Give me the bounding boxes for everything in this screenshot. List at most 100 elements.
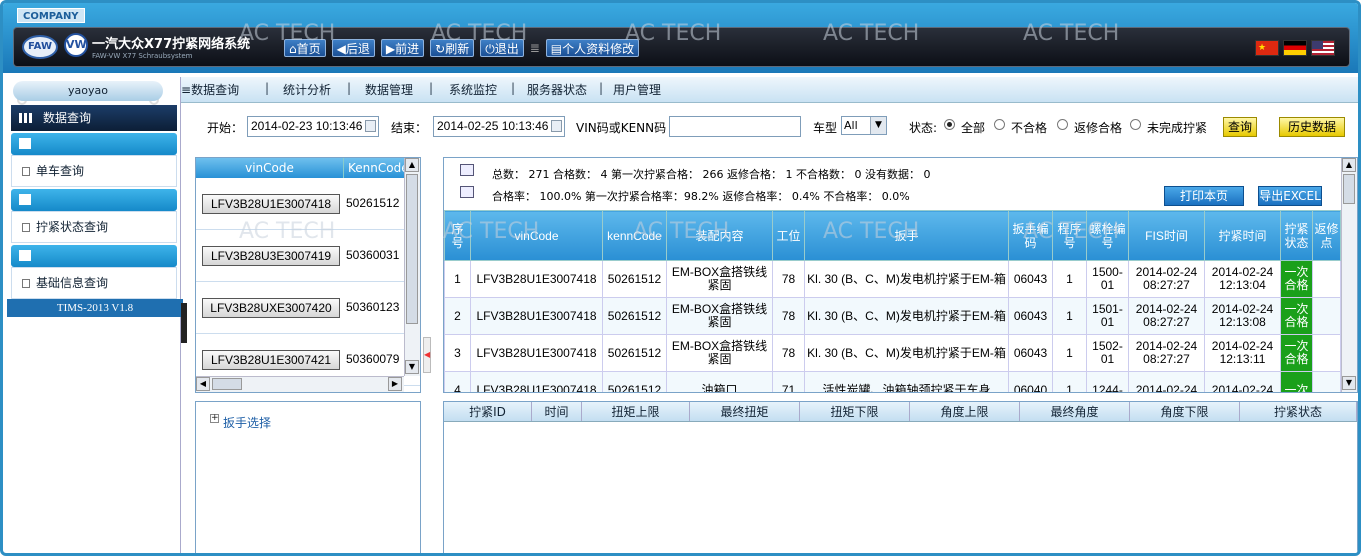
tree-node-wrench-select[interactable]: + 扳手选择 [210,414,271,431]
column-header[interactable]: 序号 [444,210,471,261]
scroll-down-icon[interactable]: ▼ [405,360,419,374]
forward-button[interactable]: ▶前进 [380,39,425,57]
vin-select-button[interactable]: LFV3B28U1E3007421 [202,350,340,370]
vin-select-button[interactable]: LFV3B28UXE3007420 [202,298,340,318]
start-date-input[interactable]: 2014-02-23 10:13:46 [247,116,379,137]
column-header[interactable]: 角度上限 [910,402,1020,421]
status-label: 状态: [909,121,938,135]
column-header[interactable]: 扳手编码 [1008,210,1053,261]
table-row[interactable]: 2 LFV3B28U1E3007418 50261512 EM-BOX盒搭铁线紧… [444,297,1341,335]
table-cell: 2014-02-24 08:27:27 [1128,260,1205,298]
vehicle-type-select[interactable]: All ▼ [841,116,887,135]
tab-separator: | [429,81,434,95]
sidebar-item-tightening-status[interactable]: 拧紧状态查询 [11,211,177,243]
refresh-button[interactable]: ↻刷新 [430,39,475,57]
menu-icon: ≡ [181,83,192,97]
panel-icon [19,194,31,205]
column-header[interactable]: 拧紧状态 [1240,402,1357,421]
tab-server-status[interactable]: 服务器状态 [527,81,587,98]
vertical-scrollbar[interactable]: ▲ ▼ [1341,158,1357,392]
sidebar-item-single-car[interactable]: 单车查询 [11,155,177,187]
expand-icon[interactable]: + [210,414,219,423]
column-header[interactable]: 扭矩上限 [582,402,690,421]
menu-group-header[interactable] [11,133,177,155]
tab-statistics[interactable]: 统计分析 [283,81,331,98]
forward-label: 前进 [395,42,420,56]
column-header[interactable]: FIS时间 [1128,210,1205,261]
history-data-button[interactable]: 历史数据 [1279,117,1345,137]
end-date-input[interactable]: 2014-02-25 10:13:46 [433,116,565,137]
panel-icon [19,138,31,149]
column-header[interactable]: 最终角度 [1020,402,1130,421]
language-flags: ★ [1255,40,1335,56]
scroll-down-icon[interactable]: ▼ [1342,376,1356,390]
refresh-icon: ↻ [435,42,446,56]
vin-list-header: vinCode KennCode [196,158,420,178]
kenn-code-cell: 50360031 [346,248,400,262]
china-flag-icon[interactable]: ★ [1255,40,1279,56]
status-radio-all[interactable] [944,119,955,130]
table-cell: Kl. 30 (B、C、M)发电机拧紧于EM-箱 [804,260,1009,298]
column-header[interactable]: 扭矩下限 [800,402,910,421]
vin-input[interactable] [669,116,801,137]
profile-edit-button[interactable]: ▤个人资料修改 [545,39,640,57]
sidebar-collapse-handle[interactable] [181,303,187,343]
tab-system-monitor[interactable]: 系统监控 [449,81,497,98]
column-header[interactable]: 角度下限 [1130,402,1240,421]
query-button[interactable]: 查询 [1223,117,1257,137]
scroll-right-icon[interactable]: ▶ [388,377,402,391]
vertical-scrollbar[interactable]: ▲ ▼ [404,158,420,376]
status-radio-incomplete[interactable] [1130,119,1141,130]
tab-data-management[interactable]: 数据管理 [365,81,413,98]
logout-button[interactable]: ⏻退出 [480,39,524,57]
column-header[interactable]: 螺栓编号 [1086,210,1129,261]
scroll-thumb[interactable] [406,174,418,324]
column-header[interactable]: 工位 [772,210,805,261]
column-header[interactable]: 扳手 [804,210,1009,261]
menu-group-header[interactable] [11,245,177,267]
column-header[interactable]: 装配内容 [666,210,773,261]
print-page-button[interactable]: 打印本页 [1164,186,1244,206]
scroll-left-icon[interactable]: ◀ [196,377,210,391]
column-header[interactable]: 最终扭矩 [690,402,800,421]
vin-select-button[interactable]: LFV3B28U3E3007419 [202,246,340,266]
status-badge: 一次合格 [1280,297,1313,335]
home-button[interactable]: ⌂首页 [284,39,326,57]
menu-group-header[interactable] [11,189,177,211]
tab-data-query[interactable]: ≡数据查询 [181,81,239,98]
status-option-label: 返修合格 [1074,121,1123,135]
scroll-up-icon[interactable]: ▲ [405,158,419,172]
tab-user-management[interactable]: 用户管理 [613,81,661,98]
status-radio-repair-ok[interactable] [1057,119,1068,130]
column-header-kenncode[interactable]: KennCode [348,158,409,178]
scroll-up-icon[interactable]: ▲ [1342,158,1356,172]
column-header[interactable]: 拧紧ID [444,402,532,421]
germany-flag-icon[interactable] [1283,40,1307,56]
column-header[interactable]: 拧紧时间 [1204,210,1281,261]
app-title: 一汽大众X77拧紧网络系统 [92,37,251,52]
scroll-thumb[interactable] [1343,174,1355,204]
document-icon [22,223,30,232]
panel-collapse-handle[interactable]: ◀ [423,337,431,373]
sidebar-item-basic-info[interactable]: 基础信息查询 [11,267,177,299]
usa-flag-icon[interactable] [1311,40,1335,56]
column-header[interactable]: kennCode [602,210,667,261]
table-row[interactable]: 1 LFV3B28U1E3007418 50261512 EM-BOX盒搭铁线紧… [444,260,1341,298]
column-header[interactable]: 拧紧状态 [1280,210,1313,261]
export-excel-button[interactable]: 导出EXCEL [1258,186,1322,206]
back-button[interactable]: ◀后退 [331,39,375,57]
status-radio-fail[interactable] [994,119,1005,130]
column-header[interactable]: vinCode [470,210,603,261]
column-header[interactable]: 程序号 [1052,210,1087,261]
table-cell: 1502-01 [1086,334,1129,372]
scroll-thumb[interactable] [212,378,242,390]
table-row[interactable]: 3 LFV3B28U1E3007418 50261512 EM-BOX盒搭铁线紧… [444,334,1341,372]
calendar-icon[interactable] [365,120,376,132]
calendar-icon[interactable] [551,120,562,132]
vin-select-button[interactable]: LFV3B28U1E3007418 [202,194,340,214]
column-header[interactable]: 返修点 [1312,210,1341,261]
column-header-vincode[interactable]: vinCode [196,158,344,178]
table-row[interactable]: 4 LFV3B28U1E3007418 50261512 油箱口 71 活性炭罐… [444,371,1341,392]
column-header[interactable]: 时间 [532,402,582,421]
horizontal-scrollbar[interactable]: ◀ ▶ [196,376,404,392]
